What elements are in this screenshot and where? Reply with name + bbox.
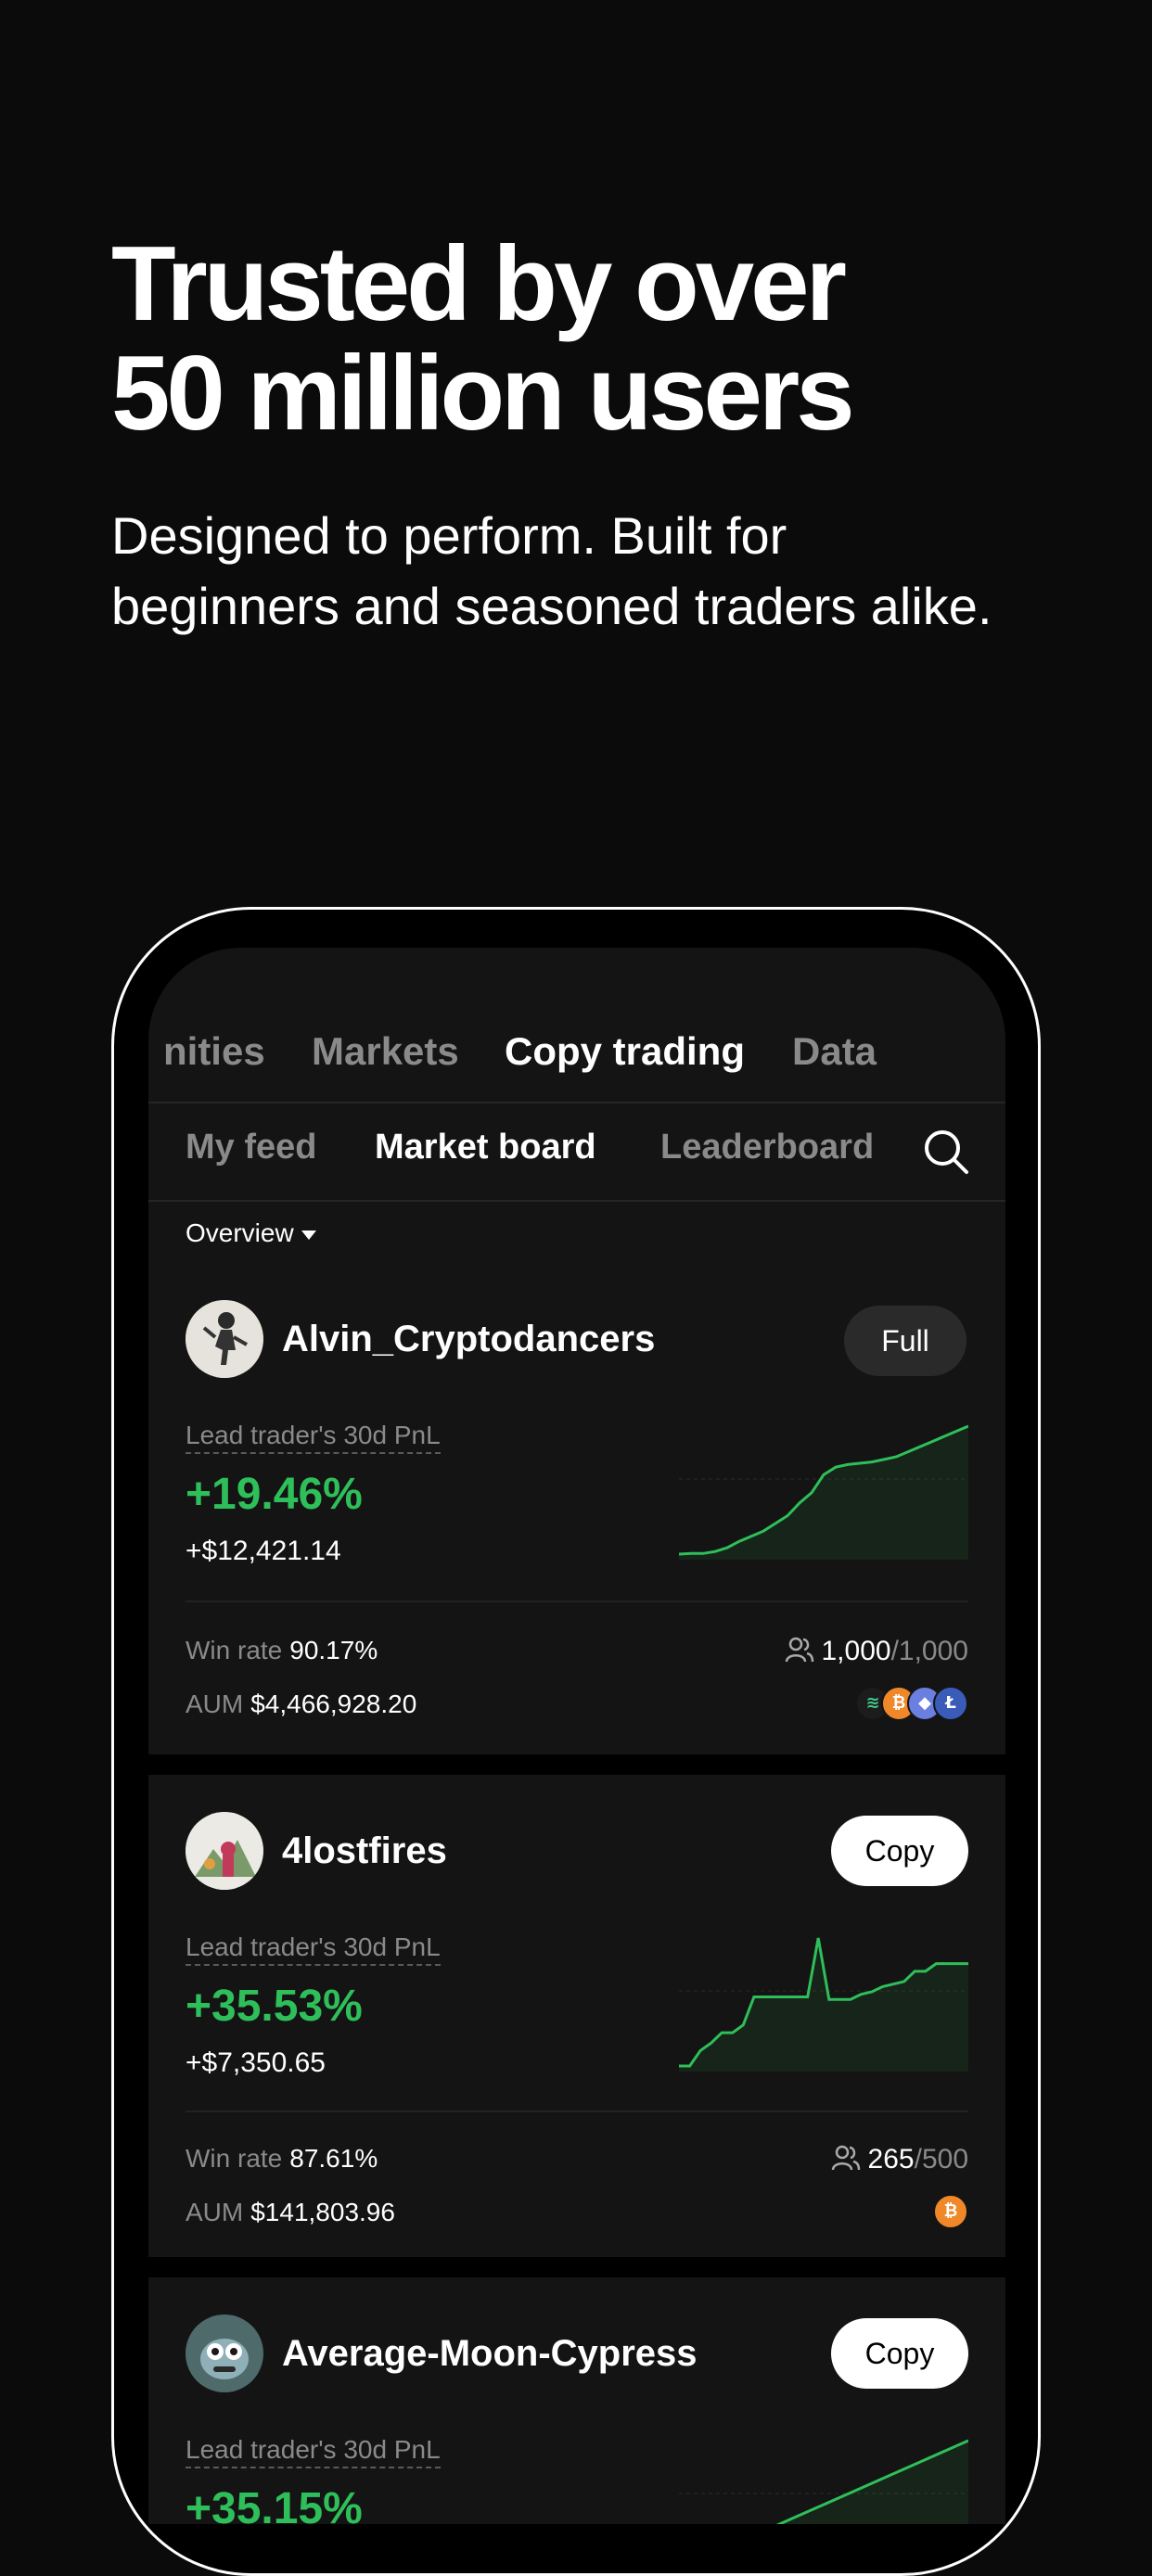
pnl-percent: +35.53% [186,1982,363,2031]
pnl-amount: +$12,421.14 [186,1536,341,1566]
hero-title-line-2: 50 million users [111,335,855,453]
aum-label: AUM [186,1690,244,1718]
sub-tab-bar: My feed Market board Leaderboard [148,1103,1005,1202]
trader-name[interactable]: 4lostfires [282,1830,447,1872]
pnl-percent: +19.46% [186,1470,363,1519]
card-separator [148,1754,1005,1775]
pnl-amount: +$7,350.65 [186,2047,326,2078]
copiers-max: /1,000 [890,1636,968,1666]
users-icon [785,1637,813,1663]
pnl-sparkline [679,1937,968,2072]
avatar [186,1812,263,1890]
tab-markets[interactable]: Markets [312,1029,459,1074]
top-tab-bar: nities Markets Copy trading Data [148,948,1005,1103]
hero-subtitle: Designed to perform. Built for beginners… [111,501,1076,642]
sparkline-area [679,1938,968,2072]
tab-market-board[interactable]: Market board [375,1128,596,1167]
hero-title-line-1: Trusted by over [111,225,847,343]
pnl-sparkline [679,1424,968,1560]
win-rate-value: 90.17% [289,1636,378,1664]
coin-list: ₿ [933,2194,968,2229]
copy-button[interactable]: Copy [831,2318,968,2389]
avatar [186,2315,263,2392]
coin-list: Ł ◆ ₿ ≋ [855,1686,968,1721]
overview-label: Overview [186,1218,294,1247]
aum-value: $4,466,928.20 [250,1690,417,1718]
trader-card[interactable]: Alvin_Cryptodancers Full Lead trader's 3… [148,1263,1005,1754]
pnl-label[interactable]: Lead trader's 30d PnL [186,2435,441,2468]
caret-down-icon [301,1230,316,1240]
tab-leaderboard[interactable]: Leaderboard [660,1128,874,1167]
hero-subtitle-line-1: Designed to perform. Built for [111,506,787,565]
trader-name[interactable]: Average-Moon-Cypress [282,2333,698,2375]
pnl-label[interactable]: Lead trader's 30d PnL [186,1421,441,1454]
search-icon[interactable] [920,1126,972,1178]
trader-card[interactable]: 4lostfires Copy Lead trader's 30d PnL +3… [148,1775,1005,2257]
divider [186,1600,968,1602]
sparkline-area [779,2441,968,2524]
pnl-label[interactable]: Lead trader's 30d PnL [186,1932,441,1966]
litecoin-icon: Ł [933,1686,968,1721]
tab-copy-trading[interactable]: Copy trading [505,1029,745,1074]
overview-dropdown[interactable]: Overview [186,1218,316,1248]
trader-name[interactable]: Alvin_Cryptodancers [282,1319,655,1360]
full-button[interactable]: Full [844,1306,966,1376]
win-rate-label: Win rate [186,1636,283,1664]
pnl-sparkline [679,2439,968,2524]
win-rate-value: 87.61% [289,2144,378,2173]
tab-opportunities[interactable]: nities [163,1029,265,1074]
app-screen: nities Markets Copy trading Data My feed… [148,948,1005,2524]
aum: AUM $4,466,928.20 [186,1690,416,1719]
win-rate: Win rate 90.17% [186,1636,378,1665]
trader-card[interactable]: Average-Moon-Cypress Copy Lead trader's … [148,2277,1005,2524]
win-rate: Win rate 87.61% [186,2144,378,2174]
copiers-current: 265 [867,2144,915,2174]
copiers-count: 265/500 [831,2144,968,2175]
copy-button[interactable]: Copy [831,1816,968,1886]
aum-value: $141,803.96 [250,2198,395,2226]
copiers-count: 1,000/1,000 [785,1636,968,1667]
win-rate-label: Win rate [186,2144,283,2173]
bitcoin-icon: ₿ [933,2194,968,2229]
aum-label: AUM [186,2198,244,2226]
copiers-current: 1,000 [821,1636,891,1666]
tab-my-feed[interactable]: My feed [186,1128,316,1167]
tab-data[interactable]: Data [792,1029,877,1074]
card-separator [148,2257,1005,2277]
sparkline-area [679,1426,968,1560]
aum: AUM $141,803.96 [186,2198,395,2227]
avatar [186,1300,263,1378]
hero-title: Trusted by over 50 million users [111,230,1076,449]
copiers-max: /500 [914,2144,968,2174]
pnl-percent: +35.15% [186,2484,363,2524]
hero-subtitle-line-2: beginners and seasoned traders alike. [111,577,992,635]
users-icon [831,2145,860,2171]
divider [186,2111,968,2112]
